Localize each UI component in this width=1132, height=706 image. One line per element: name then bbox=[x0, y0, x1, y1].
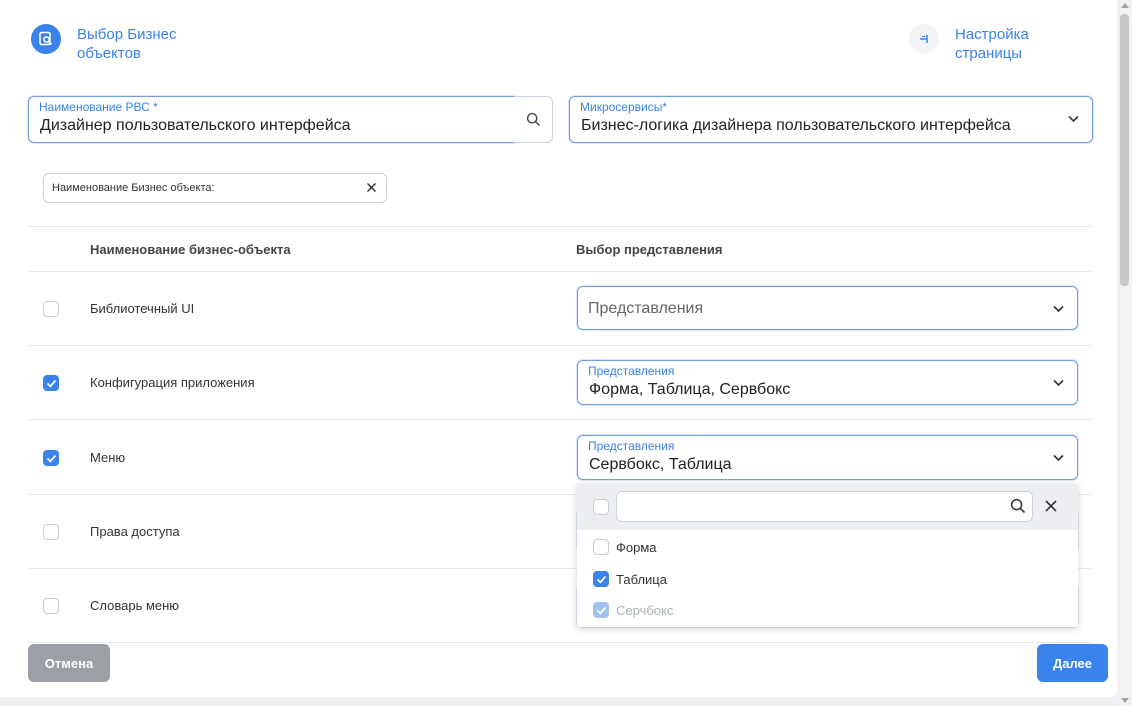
row-checkbox[interactable] bbox=[43, 375, 59, 391]
views-select[interactable]: Представления bbox=[577, 286, 1078, 330]
option-checkbox[interactable] bbox=[593, 571, 609, 587]
views-select[interactable]: Представления Форма, Таблица, Сервбокс bbox=[577, 360, 1078, 405]
option-checkbox[interactable] bbox=[593, 539, 609, 555]
row-name: Словарь меню bbox=[90, 598, 180, 613]
step-page-settings[interactable]: Настройка страницы bbox=[909, 24, 1065, 63]
rbc-select[interactable]: Наименование РВС * Дизайнер пользователь… bbox=[28, 96, 516, 143]
chevron-down-icon bbox=[1068, 115, 1079, 123]
divider bbox=[28, 419, 1094, 420]
divider bbox=[28, 226, 1094, 227]
row-name: Конфигурация приложения bbox=[90, 375, 255, 390]
chevron-down-icon bbox=[1053, 379, 1064, 387]
select-all-checkbox[interactable] bbox=[593, 499, 609, 515]
step-label: Выбор Бизнес объектов bbox=[77, 26, 177, 62]
divider bbox=[28, 345, 1094, 346]
vertical-scrollbar[interactable] bbox=[1117, 0, 1132, 706]
row-checkbox[interactable] bbox=[43, 301, 59, 317]
wizard-dialog: Выбор Бизнес объектов Настройка страницы… bbox=[0, 0, 1117, 697]
dropdown-search-input[interactable] bbox=[616, 491, 1033, 522]
checkmark-icon bbox=[46, 379, 56, 388]
microservices-select[interactable]: Микросервисы* Бизнес-логика дизайнера по… bbox=[569, 96, 1093, 143]
row-checkbox[interactable] bbox=[43, 524, 59, 540]
row-name: Библиотечный UI bbox=[90, 301, 195, 316]
header-object-name: Наименование бизнес-объекта bbox=[90, 242, 291, 257]
row-checkbox[interactable] bbox=[43, 598, 59, 614]
object-name-filter[interactable]: Наименование Бизнес объекта: bbox=[43, 173, 387, 203]
header-view-select: Выбор представления bbox=[576, 242, 723, 257]
microservices-label: Микросервисы* bbox=[580, 100, 668, 114]
option-checkbox bbox=[593, 602, 609, 618]
views-value: Форма, Таблица, Сервбокс bbox=[589, 381, 791, 398]
page-settings-icon bbox=[909, 24, 939, 54]
row-name: Меню bbox=[90, 450, 126, 465]
views-select[interactable]: Представления Сервбокс, Таблица bbox=[577, 435, 1078, 480]
divider bbox=[28, 642, 1094, 643]
row-checkbox[interactable] bbox=[43, 450, 59, 466]
chevron-down-icon bbox=[1053, 305, 1064, 313]
views-placeholder: Представления bbox=[588, 300, 704, 317]
dropdown-header bbox=[577, 484, 1078, 530]
microservices-value: Бизнес-логика дизайнера пользовательског… bbox=[581, 117, 1011, 134]
step-label: Настройка страницы bbox=[955, 26, 1029, 62]
checkmark-icon bbox=[596, 606, 606, 615]
scroll-thumb[interactable] bbox=[1120, 14, 1129, 286]
option-label: Серчбокс bbox=[616, 603, 674, 618]
views-value: Сервбокс, Таблица bbox=[589, 456, 732, 473]
checkmark-icon bbox=[46, 454, 56, 463]
row-name: Права доступа bbox=[90, 524, 180, 539]
search-icon bbox=[1010, 498, 1026, 514]
filter-label: Наименование Бизнес объекта: bbox=[52, 182, 215, 194]
search-icon bbox=[526, 112, 540, 127]
rbc-label: Наименование РВС * bbox=[39, 100, 158, 114]
chevron-down-icon bbox=[1053, 454, 1064, 462]
views-label: Представления bbox=[588, 439, 675, 453]
divider bbox=[28, 271, 1094, 272]
scroll-down-icon[interactable] bbox=[1121, 698, 1129, 703]
rbc-search-button[interactable] bbox=[514, 96, 553, 143]
rbc-value: Дизайнер пользовательского интерфейса bbox=[40, 117, 351, 134]
option-label[interactable]: Таблица bbox=[616, 572, 667, 587]
close-icon[interactable] bbox=[366, 182, 377, 193]
next-button[interactable]: Далее bbox=[1037, 644, 1108, 682]
step-select-objects[interactable]: Выбор Бизнес объектов bbox=[31, 24, 207, 63]
views-label: Представления bbox=[588, 364, 675, 378]
scroll-up-icon[interactable] bbox=[1121, 3, 1129, 8]
checkmark-icon bbox=[596, 575, 606, 584]
option-label[interactable]: Форма bbox=[616, 540, 657, 555]
document-search-icon bbox=[31, 24, 61, 54]
close-icon[interactable] bbox=[1044, 499, 1058, 513]
views-dropdown: Форма Таблица Серчбокс bbox=[577, 484, 1078, 627]
cancel-button[interactable]: Отмена bbox=[28, 644, 110, 682]
